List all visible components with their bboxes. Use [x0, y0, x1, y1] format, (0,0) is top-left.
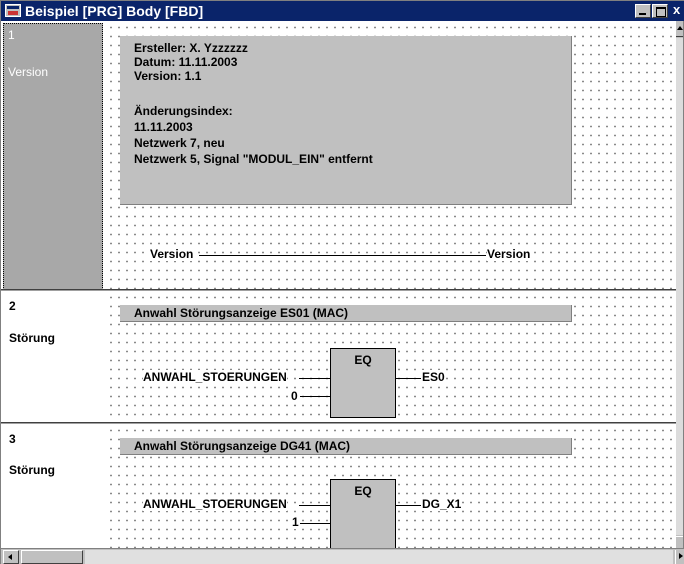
- input-variable[interactable]: Version: [150, 247, 194, 261]
- comment-line: Netzwerk 5, Signal "MODUL_EIN" entfernt: [134, 152, 373, 166]
- block-name: EQ: [354, 484, 372, 498]
- network-comment[interactable]: Anwahl Störungsanzeige ES01 (MAC): [120, 305, 572, 322]
- comment-line: Datum: 11.11.2003: [134, 55, 238, 69]
- network-label: Störung: [9, 463, 55, 477]
- connection-line: [396, 378, 421, 379]
- vertical-scroll-thumb[interactable]: [676, 38, 683, 535]
- connection-line: [299, 505, 330, 506]
- horizontal-scroll-thumb[interactable]: [21, 550, 83, 564]
- function-block-eq[interactable]: EQ: [330, 479, 396, 548]
- horizontal-scrollbar[interactable]: [1, 548, 684, 564]
- comment-line: Anwahl Störungsanzeige ES01 (MAC): [134, 306, 349, 320]
- comment-line: Anwahl Störungsanzeige DG41 (MAC): [134, 439, 351, 453]
- scroll-left-arrow-icon[interactable]: [3, 550, 19, 564]
- network-label: Störung: [9, 331, 55, 345]
- input-variable[interactable]: ANWAHL_STOERUNGEN: [143, 497, 287, 511]
- maximize-button[interactable]: [652, 4, 668, 18]
- window-title: Beispiel [PRG] Body [FBD]: [25, 3, 204, 19]
- horizontal-scroll-track[interactable]: [85, 550, 673, 564]
- comment-line: Netzwerk 7, neu: [134, 136, 225, 150]
- title-bar[interactable]: Beispiel [PRG] Body [FBD] x: [1, 1, 684, 21]
- output-variable[interactable]: ES0: [422, 370, 445, 384]
- connection-line: [300, 523, 330, 524]
- network-2[interactable]: 2 Störung Anwahl Störungsanzeige ES01 (M…: [1, 291, 678, 422]
- output-variable[interactable]: Version: [487, 247, 531, 261]
- comment-line: 11.11.2003: [134, 120, 193, 134]
- network-number: 1: [8, 28, 15, 42]
- function-block-eq[interactable]: EQ: [330, 348, 396, 418]
- comment-line: Ersteller: X. Yzzzzzz: [134, 41, 248, 55]
- output-variable[interactable]: DG_X1: [422, 497, 462, 511]
- network-comment[interactable]: Ersteller: X. Yzzzzzz Datum: 11.11.2003 …: [120, 36, 572, 205]
- connection-line: [299, 378, 330, 379]
- close-button[interactable]: x: [673, 3, 683, 17]
- network-header-selected[interactable]: 1 Version: [3, 23, 103, 292]
- fbd-editor-window: Beispiel [PRG] Body [FBD] x 1 Version Er…: [0, 0, 684, 564]
- fbd-editor-canvas[interactable]: 1 Version Ersteller: X. Yzzzzzz Datum: 1…: [1, 21, 678, 548]
- input-constant[interactable]: 0: [291, 389, 298, 403]
- comment-line: Version: 1.1: [134, 69, 202, 83]
- comment-line: Änderungsindex:: [134, 104, 233, 118]
- network-label: Version: [8, 65, 49, 79]
- network-header[interactable]: 2 Störung: [1, 291, 105, 422]
- input-constant[interactable]: 1: [292, 515, 299, 529]
- connection-line: [199, 255, 486, 256]
- minimize-button[interactable]: [635, 4, 651, 18]
- network-comment[interactable]: Anwahl Störungsanzeige DG41 (MAC): [120, 438, 572, 455]
- connection-line: [300, 396, 330, 397]
- fbd-document-icon[interactable]: [5, 4, 21, 17]
- scroll-up-arrow-icon[interactable]: [676, 21, 683, 37]
- network-number: 2: [9, 299, 16, 313]
- connection-line: [396, 505, 421, 506]
- network-number: 3: [9, 432, 16, 446]
- network-3[interactable]: 3 Störung Anwahl Störungsanzeige DG41 (M…: [1, 424, 678, 548]
- network-header[interactable]: 3 Störung: [1, 424, 105, 548]
- network-1[interactable]: 1 Version Ersteller: X. Yzzzzzz Datum: 1…: [1, 21, 678, 292]
- block-name: EQ: [354, 353, 372, 367]
- input-variable[interactable]: ANWAHL_STOERUNGEN: [143, 370, 287, 384]
- scroll-right-arrow-icon[interactable]: [675, 550, 684, 564]
- scroll-down-arrow-icon[interactable]: [676, 536, 683, 548]
- vertical-scrollbar[interactable]: [676, 21, 683, 548]
